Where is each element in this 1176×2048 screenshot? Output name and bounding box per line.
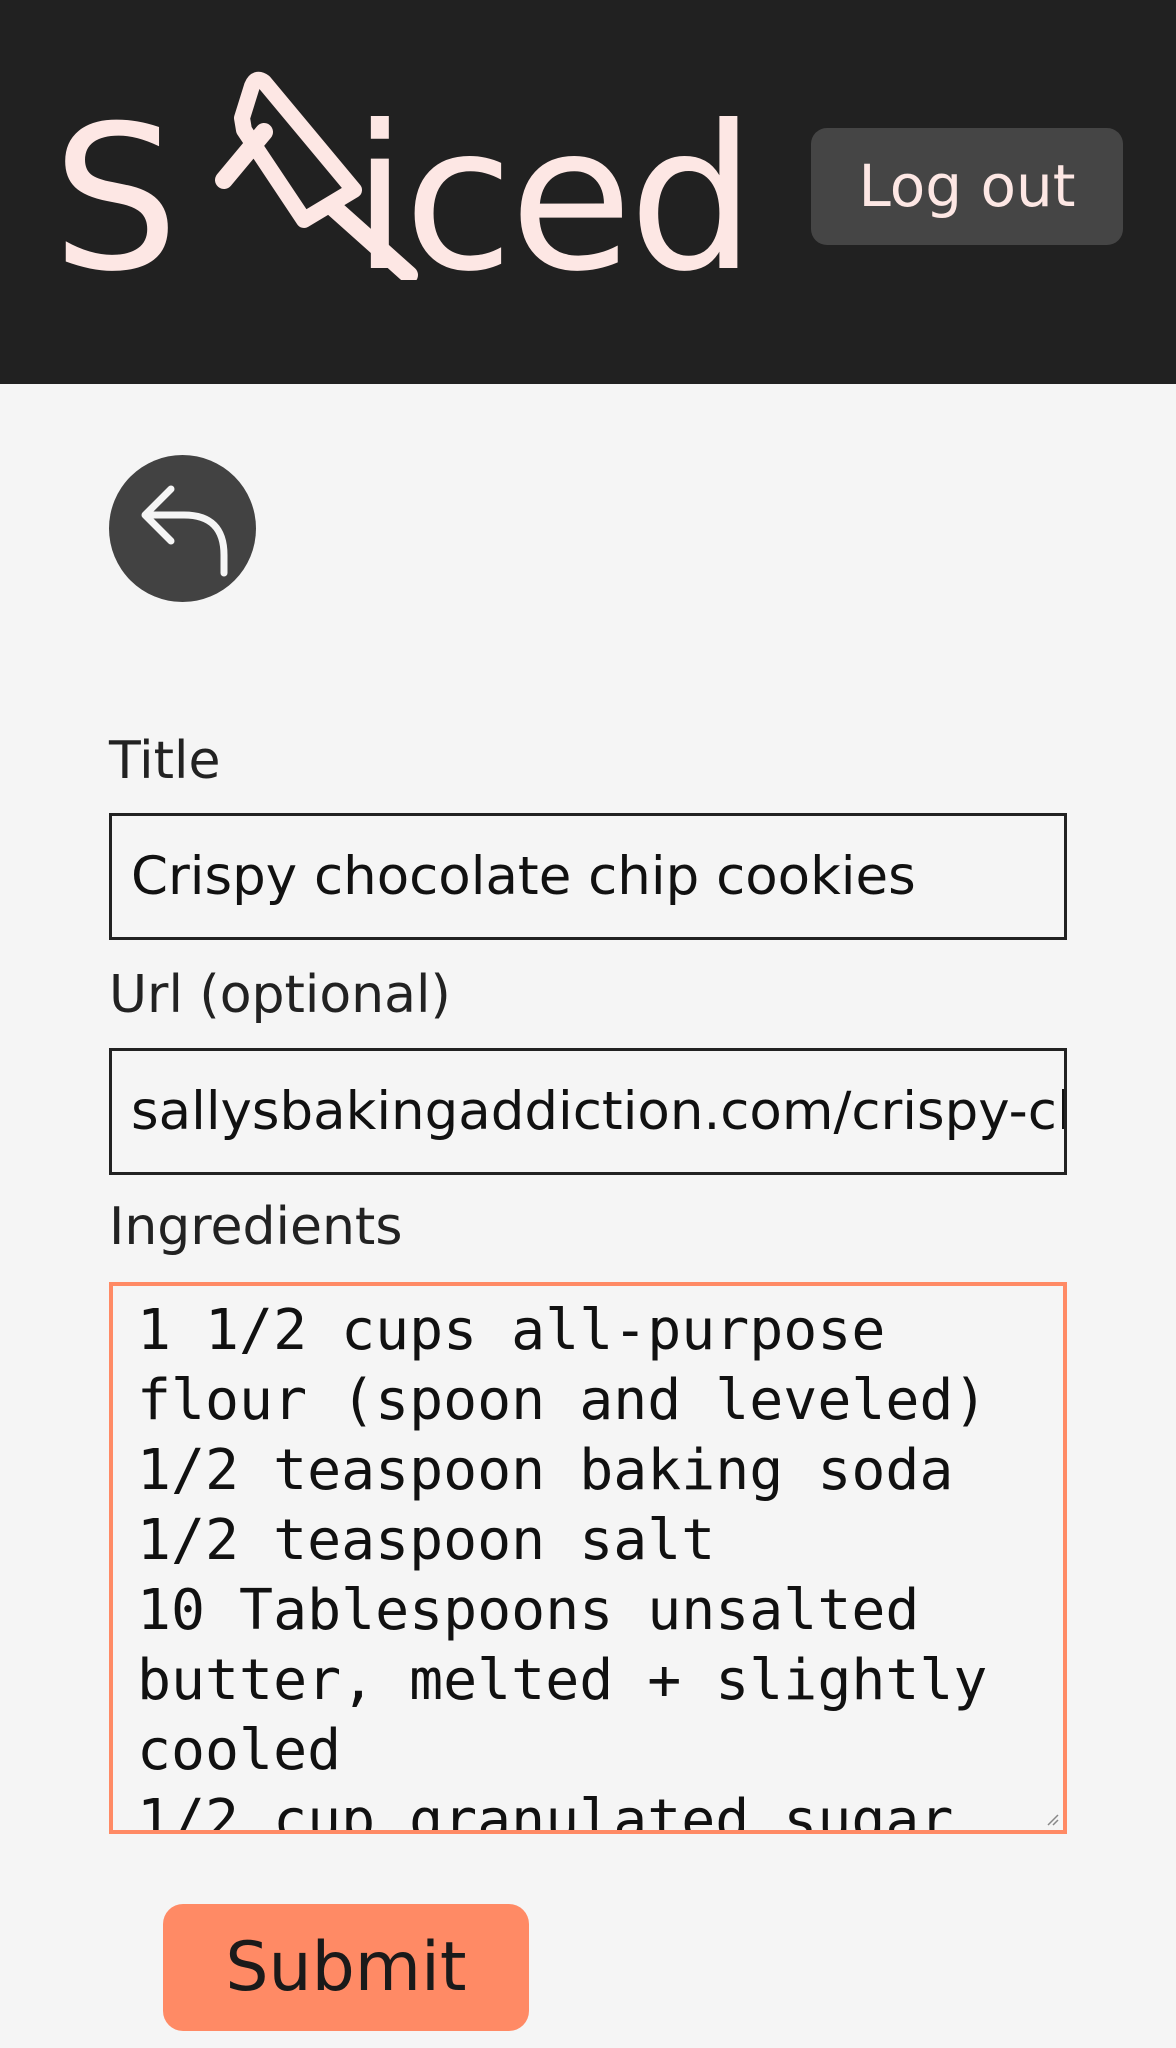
ingredients-label: Ingredients (109, 1197, 403, 1257)
back-arrow-icon (141, 485, 228, 577)
url-input[interactable]: sallysbakingaddiction.com/crispy-cl (109, 1048, 1067, 1175)
ingredients-text: 1 1/2 cups all-purpose flour (spoon and … (137, 1298, 988, 1834)
title-input[interactable]: Crispy chocolate chip cookies (109, 813, 1067, 940)
app-header: S iced Log out (0, 0, 1176, 384)
resize-grip-icon[interactable] (1045, 1812, 1059, 1826)
back-button[interactable] (109, 455, 256, 602)
logo-letters-iced: iced (352, 83, 756, 316)
submit-button[interactable]: Submit (163, 1904, 529, 2031)
ingredients-textarea[interactable]: 1 1/2 cups all-purpose flour (spoon and … (109, 1282, 1067, 1834)
logo-letter-s: S (52, 83, 179, 316)
title-label: Title (109, 731, 221, 791)
url-label: Url (optional) (109, 965, 451, 1025)
logout-button[interactable]: Log out (811, 128, 1123, 245)
sliced-logo: S iced (52, 70, 756, 300)
